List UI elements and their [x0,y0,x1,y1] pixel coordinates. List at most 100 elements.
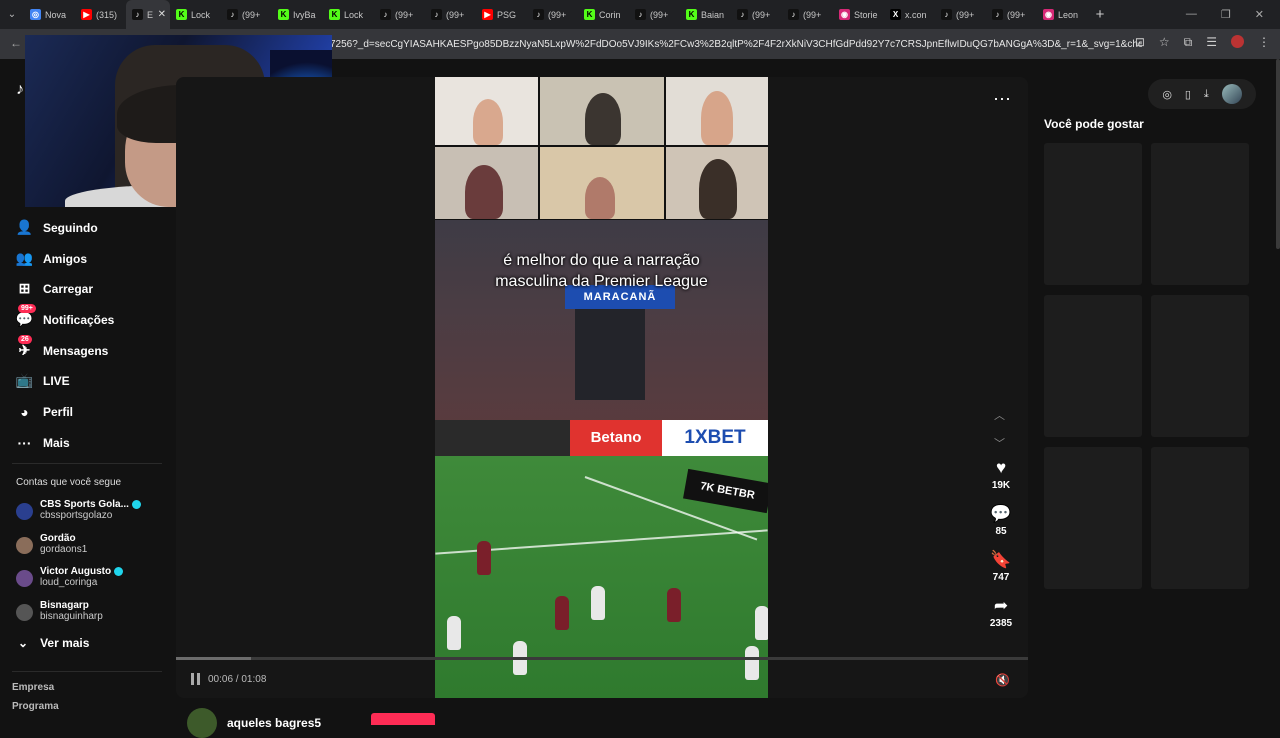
browser-tab[interactable]: ◉ Storie [833,0,884,29]
browser-tab[interactable]: ◉ Leon [1037,0,1088,29]
browser-tab[interactable]: K Lock [170,0,221,29]
new-tab-button[interactable]: + [1088,6,1112,23]
more-options-icon[interactable]: ⋯ [993,89,1012,110]
action-count: 19K [991,480,1011,491]
video-frame[interactable]: MARACANÃ Betano 1XBET 7K BETBR é melhor … [435,77,768,698]
previous-video-icon[interactable]: ︿ [994,402,1005,430]
video-navigation: ︿ ﹀ [994,402,1005,458]
tiktok-icon: ♪ [941,9,952,20]
profile-icon[interactable] [1231,35,1244,48]
tab-label: (99+ [650,9,669,20]
video-player[interactable]: MARACANÃ Betano 1XBET 7K BETBR é melhor … [176,77,1028,698]
restore-icon[interactable]: ❐ [1221,8,1231,21]
browser-tab[interactable]: ♪ (99+ [374,0,425,29]
browser-menu-icon[interactable]: ⋮ [1258,35,1270,50]
browser-tab[interactable]: ♪ (99+ [629,0,680,29]
followed-account[interactable]: Gordão gordaons1 [16,533,87,555]
install-app-icon[interactable]: ⊡ [1135,35,1145,50]
bookmark-star-icon[interactable]: ☆ [1159,35,1170,50]
heart-icon[interactable]: ♥ [982,458,1020,480]
browser-tab[interactable]: K Lock [323,0,374,29]
tab-search-dropdown-icon[interactable]: ⌄ [0,0,24,29]
verified-icon [131,500,141,509]
user-avatar[interactable] [1221,84,1242,104]
see-more-button[interactable]: ⌄ Ver mais [18,636,89,650]
next-video-icon[interactable]: ﹀ [994,430,1005,458]
tab-label: (99+ [803,9,822,20]
footer-link-company[interactable]: Empresa [12,682,54,693]
reading-list-icon[interactable]: ☰ [1206,35,1217,50]
tiktok-icon: ♪ [635,9,646,20]
recommended-video-thumbnail[interactable] [1044,295,1142,437]
ad-1xbet: 1XBET [662,420,768,456]
compass-icon[interactable]: ◎ [1162,88,1172,101]
recommended-video-thumbnail[interactable] [1044,447,1142,589]
sidebar-item-seguindo[interactable]: 👤 Seguindo [16,219,98,236]
browser-tab[interactable]: K IvyBa [272,0,323,29]
share-icon[interactable]: ➦ [982,596,1020,618]
browser-tab[interactable]: ♪ (99+ [986,0,1037,29]
account-name: Victor Augusto [40,566,112,577]
mute-icon[interactable]: 🔇 [995,673,1010,687]
device-icon[interactable]: ▯ [1185,88,1191,101]
close-tab-icon[interactable]: ✕ [158,9,166,20]
account-avatar [16,537,33,554]
minimize-icon[interactable]: — [1186,8,1197,21]
followed-account[interactable]: Victor Augusto loud_coringa [16,566,124,588]
bookmark-action[interactable]: 🔖 747 [982,550,1020,583]
action-count: 747 [992,572,1010,583]
sidebar-item-amigos[interactable]: 👥 Amigos [16,250,87,267]
browser-tab[interactable]: ♪ E ✕ [126,0,170,29]
tiktok-logo-icon[interactable]: ♪ [16,81,24,99]
heart-action[interactable]: ♥ 19K [982,458,1020,491]
sidebar-item-mais[interactable]: ··· Mais [16,434,70,451]
browser-tab[interactable]: ▶ PSG [476,0,527,29]
footer-link-program[interactable]: Programa [12,701,59,712]
sidebar-item-label: Seguindo [43,220,98,235]
sidebar-item-live[interactable]: 📺 LIVE [16,372,70,389]
friends-icon: 👥 [15,250,34,266]
kick-icon: K [278,9,289,20]
browser-tab[interactable]: ♪ (99+ [731,0,782,29]
video-progress-bar[interactable] [176,657,1028,660]
sidebar-item-mensagens[interactable]: ✈ 26 Mensagens [16,335,108,359]
extensions-icon[interactable]: ⧉ [1184,35,1193,50]
recommended-video-thumbnail[interactable] [1151,143,1249,285]
bookmark-icon[interactable]: 🔖 [982,550,1020,572]
recommended-video-thumbnail[interactable] [1151,447,1249,589]
author-name[interactable]: aqueles bagres5 [227,716,321,730]
browser-tab[interactable]: Xx.con [884,0,935,29]
download-icon[interactable]: ⤓ [1204,88,1209,101]
followed-account[interactable]: Bisnagarp bisnaguinharp [16,600,103,622]
recommended-video-thumbnail[interactable] [1044,143,1142,285]
tab-label: IvyBa [293,9,316,20]
comment-action[interactable]: 💬 85 [982,504,1020,537]
browser-tab[interactable]: ♪ (99+ [935,0,986,29]
sidebar-item-carregar[interactable]: ⊞ Carregar [16,280,93,297]
comment-icon[interactable]: 💬 [982,504,1020,526]
author-avatar[interactable] [187,708,217,738]
recommended-video-thumbnail[interactable] [1151,295,1249,437]
tiktok-icon: ♪ [431,9,442,20]
follow-button[interactable] [371,713,435,725]
browser-tab[interactable]: ♪ (99+ [221,0,272,29]
tiktok-icon: ♪ [380,9,391,20]
sidebar-item-label: Mais [43,435,70,450]
followed-account[interactable]: CBS Sports Gola... cbssportsgolazo [16,499,141,521]
browser-tab[interactable]: K Corin [578,0,629,29]
address-bar[interactable]: 7256?_d=secCgYIASAHKAESPgo85DBzzNyaN5Lxp… [330,33,1142,55]
sidebar-item-perfil[interactable]: ◕ Perfil [16,403,73,420]
browser-tab[interactable]: ♪ (99+ [527,0,578,29]
page-scrollbar[interactable] [1276,59,1280,249]
close-window-icon[interactable]: ✕ [1255,8,1264,21]
browser-tab[interactable]: ▶ (315) [75,0,126,29]
browser-tab[interactable]: ◎ Nova [24,0,75,29]
browser-tab[interactable]: ♪ (99+ [782,0,833,29]
browser-tab[interactable]: ♪ (99+ [425,0,476,29]
back-icon[interactable]: ← [10,36,22,50]
pause-icon[interactable] [191,673,200,685]
account-handle: loud_coringa [40,577,98,588]
browser-tab[interactable]: K Baian [680,0,731,29]
share-action[interactable]: ➦ 2385 [982,596,1020,629]
sidebar-item-notificacoes[interactable]: 💬 99+ Notificações [16,304,114,328]
